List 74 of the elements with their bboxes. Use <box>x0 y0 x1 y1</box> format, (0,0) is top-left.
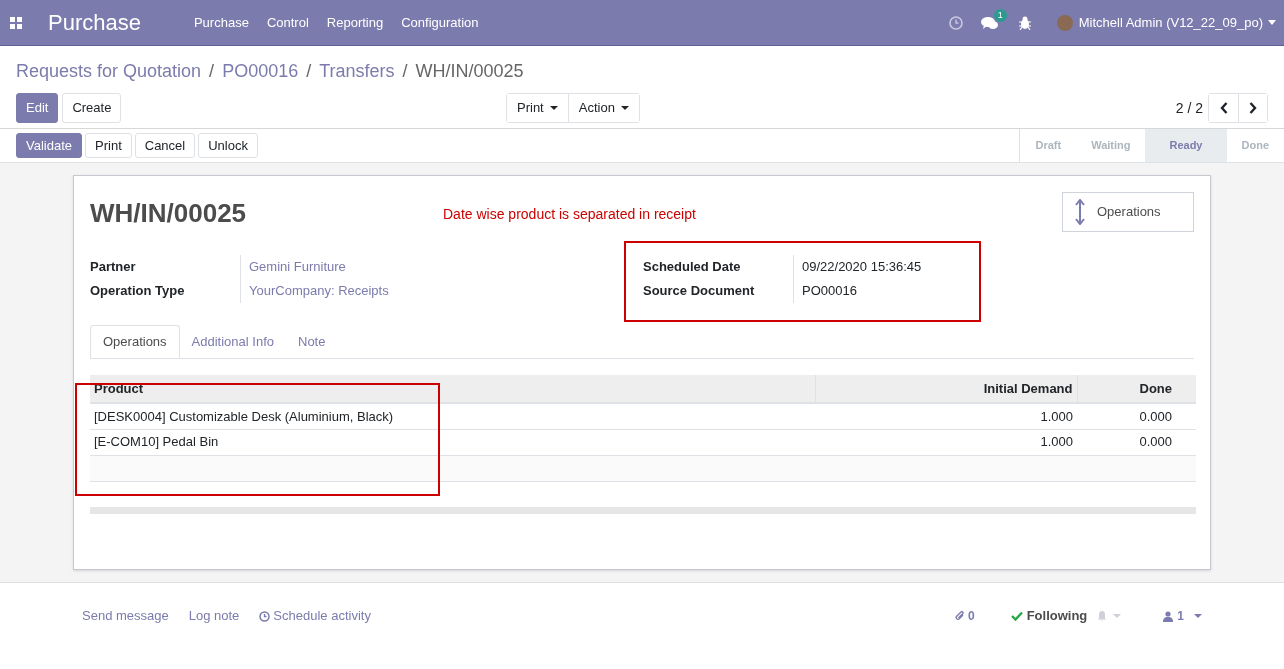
breadcrumb-separator: / <box>306 60 312 83</box>
table-cell: 0.000 <box>1077 403 1196 429</box>
form-button[interactable]: Create <box>62 93 122 123</box>
column-header[interactable]: Initial Demand <box>815 375 1077 403</box>
chatter-link[interactable]: Log note <box>188 606 240 626</box>
message-count-badge: 1 <box>993 8 1007 22</box>
breadcrumb-link[interactable]: Requests for Quotation <box>16 58 202 85</box>
field-link[interactable]: YourCompany: Receipts <box>240 279 389 303</box>
attachments-button[interactable]: 0 <box>954 607 975 625</box>
menu-item[interactable]: Configuration <box>394 12 486 33</box>
header-button[interactable]: Unlock <box>198 133 258 158</box>
person-icon <box>1163 610 1174 622</box>
clock-icon <box>259 610 271 622</box>
field-value: 09/22/2020 15:36:45 <box>793 255 922 279</box>
check-icon <box>1010 611 1023 621</box>
annotation-note: Date wise product is separated in receipt <box>443 205 696 224</box>
followers-button[interactable]: 1 <box>1163 607 1184 625</box>
table-cell: [DESK0004] Customizable Desk (Aluminium, Black) <box>90 403 815 429</box>
table-cell: [E-COM10] Pedal Bin <box>90 429 815 455</box>
chatter-link[interactable]: Send message <box>82 606 169 626</box>
breadcrumb-current: WH/IN/00025 <box>415 60 524 83</box>
field-label: Scheduled Date <box>643 258 742 277</box>
vertical-arrows-icon <box>1075 199 1085 225</box>
menu-item[interactable]: Purchase <box>186 12 256 33</box>
chatter-link[interactable]: Schedule activity <box>259 606 371 626</box>
dropdown-button[interactable]: Action <box>567 94 639 122</box>
table-cell: 0.000 <box>1077 429 1196 455</box>
table-cell: 1.000 <box>815 429 1077 455</box>
chevron-left-icon <box>1219 102 1228 114</box>
header-button[interactable]: Validate <box>16 133 82 158</box>
field-label: Operation Type <box>90 282 186 301</box>
status-stage[interactable]: Done <box>1226 129 1284 162</box>
caret-icon <box>1268 20 1276 25</box>
bug-icon <box>1018 15 1031 30</box>
field-label: Source Document <box>643 282 756 301</box>
record-title: WH/IN/00025 <box>90 197 248 230</box>
bell-icon <box>1097 610 1108 622</box>
column-header[interactable]: Product <box>90 375 815 403</box>
breadcrumb-separator: / <box>402 60 408 83</box>
menu-item[interactable]: Reporting <box>319 12 391 33</box>
chevron-right-icon <box>1249 102 1257 114</box>
caret-icon <box>620 106 629 110</box>
app-title: Purchase <box>48 9 141 37</box>
breadcrumb-link[interactable]: PO00016 <box>222 58 299 85</box>
smart-button[interactable]: Operations <box>1062 192 1194 232</box>
paperclip-icon <box>954 610 965 622</box>
chat-bubbles-icon <box>980 15 999 30</box>
caret-icon <box>549 106 558 110</box>
form-tab[interactable]: Note <box>286 325 338 358</box>
caret-icon <box>1194 614 1202 618</box>
field-label: Partner <box>90 258 137 277</box>
form-button[interactable]: Edit <box>16 93 59 123</box>
pager-value: 2 / 2 <box>1175 98 1203 118</box>
breadcrumb-separator: / <box>209 60 215 83</box>
caret-icon <box>1113 614 1122 618</box>
following-button[interactable]: Following <box>1010 606 1088 626</box>
next-button[interactable] <box>1238 94 1267 122</box>
form-tab[interactable]: Operations <box>90 325 180 358</box>
form-tab[interactable]: Additional Info <box>179 325 286 358</box>
user-menu[interactable]: Mitchell Admin (V12_22_09_po) <box>1078 12 1263 33</box>
clock-icon <box>948 15 963 30</box>
status-stage[interactable]: Ready <box>1145 129 1227 162</box>
apps-grid-icon <box>10 16 22 29</box>
status-stage[interactable]: Waiting <box>1076 129 1146 162</box>
menu-item[interactable]: Control <box>259 12 316 33</box>
field-value: PO00016 <box>793 279 857 303</box>
header-button[interactable]: Cancel <box>134 133 196 158</box>
status-stage[interactable]: Draft <box>1020 129 1077 162</box>
breadcrumb-link[interactable]: Transfers <box>319 58 395 85</box>
header-button[interactable]: Print <box>85 133 132 158</box>
field-link[interactable]: Gemini Furniture <box>240 255 346 279</box>
column-header[interactable]: Done <box>1077 375 1196 403</box>
table-cell: 1.000 <box>815 403 1077 429</box>
avatar <box>1056 14 1073 31</box>
